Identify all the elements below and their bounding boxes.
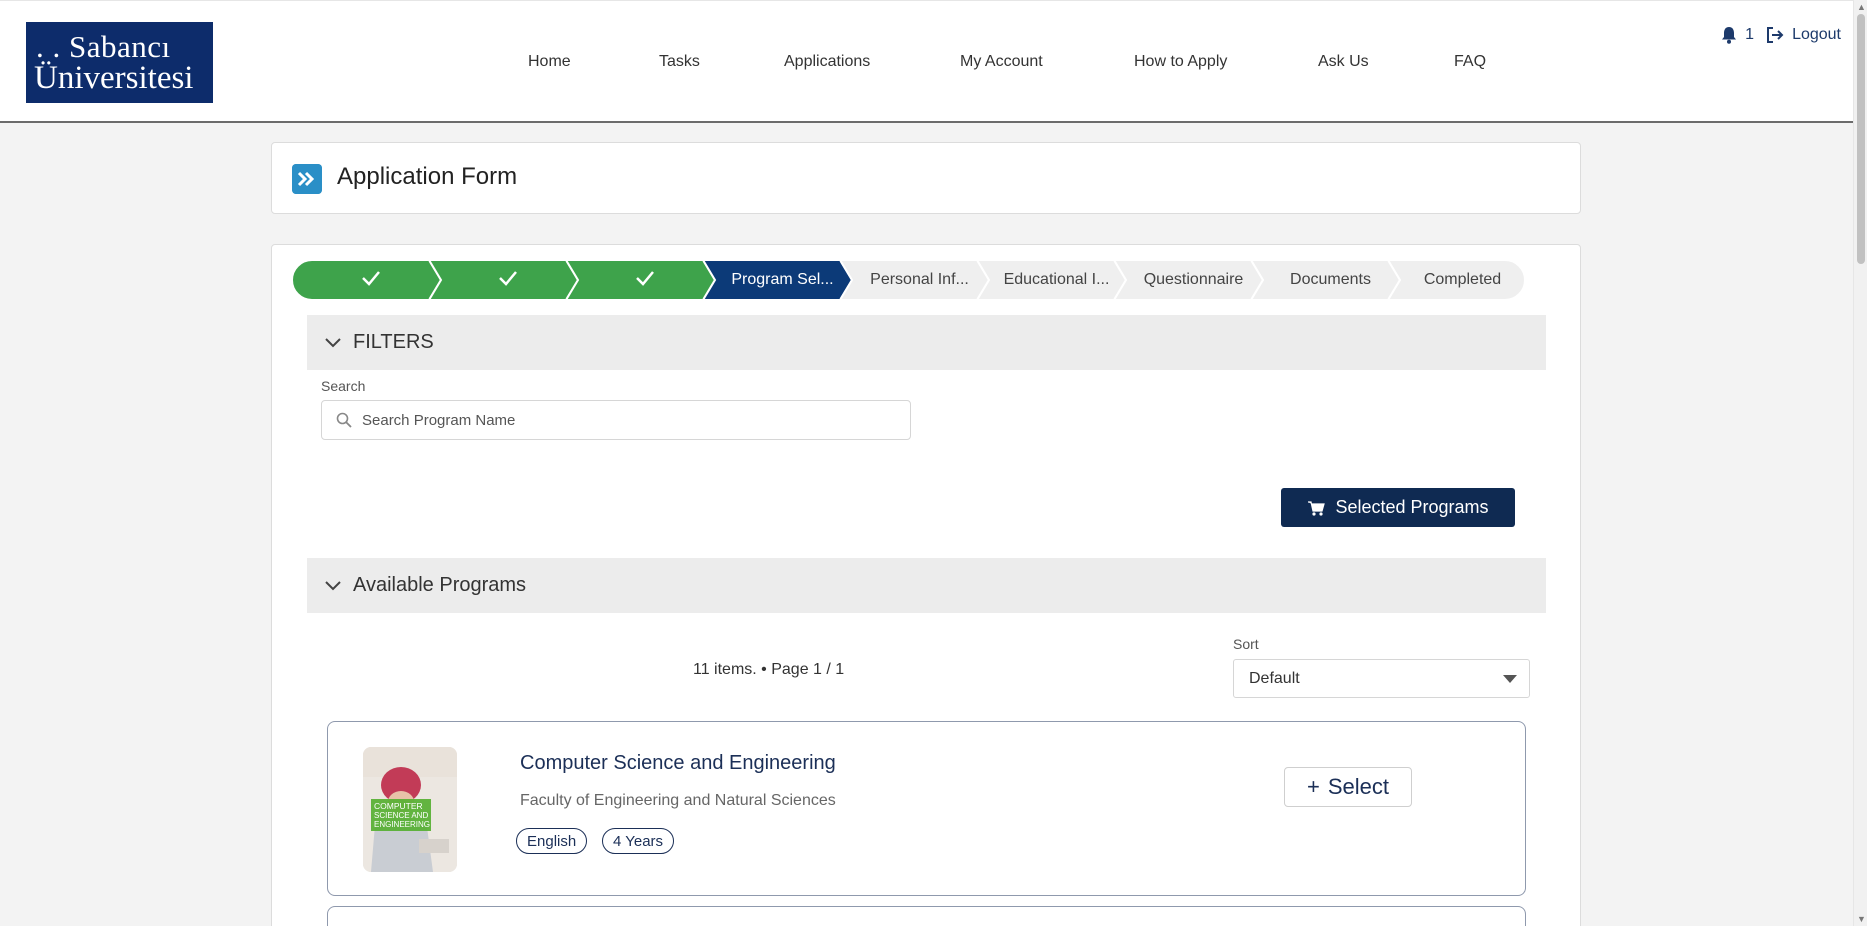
cart-icon [1308, 500, 1326, 516]
sabanci-logo[interactable]: . . Sabancı Üniversitesi [26, 22, 213, 103]
plus-icon: + [1306, 774, 1320, 799]
thumb-caption-3: ENGINEERING [374, 820, 430, 829]
step-9[interactable]: Completed [1388, 260, 1537, 300]
step-2[interactable] [429, 260, 578, 300]
program-faculty: Faculty of Engineering and Natural Scien… [520, 792, 836, 809]
notification-count[interactable]: 1 [1745, 26, 1754, 44]
program-photo: COMPUTER SCIENCE AND ENGINEERING [363, 747, 457, 872]
step-6[interactable]: Educational I... [977, 260, 1126, 300]
logout-link[interactable]: Logout [1792, 26, 1841, 44]
available-programs-title: Available Programs [353, 574, 527, 596]
filters-title: FILTERS [353, 331, 434, 353]
available-programs-header[interactable]: Available Programs [307, 558, 1546, 613]
step-7[interactable]: Questionnaire [1114, 260, 1263, 300]
selected-programs-button[interactable]: Selected Programs [1281, 488, 1515, 527]
page-title: Application Form [337, 163, 518, 190]
step-label: Program Sel... [731, 271, 834, 288]
select-program-button[interactable]: + Select [1284, 767, 1412, 807]
nav-my-account[interactable]: My Account [960, 53, 1043, 71]
step-8[interactable]: Documents [1251, 260, 1400, 300]
chevron-down-icon [325, 337, 341, 347]
select-label: Select [1327, 774, 1389, 799]
nav-tasks[interactable]: Tasks [659, 53, 700, 71]
program-thumbnail: COMPUTER SCIENCE AND ENGINEERING [363, 747, 457, 872]
caret-down-icon [1503, 674, 1517, 683]
thumb-caption-1: COMPUTER [374, 801, 423, 811]
items-info: 11 items. • Page 1 / 1 [693, 661, 845, 678]
duration-tag: 4 Years [602, 828, 675, 854]
selected-programs-label: Selected Programs [1335, 497, 1489, 517]
program-card: COMPUTER SCIENCE AND ENGINEERING Compute… [327, 721, 1526, 896]
program-title[interactable]: Computer Science and Engineering [520, 752, 836, 775]
program-card-next [327, 906, 1526, 926]
step-4[interactable]: Program Sel... [703, 260, 852, 300]
nav-applications[interactable]: Applications [784, 53, 870, 71]
step-label: Documents [1290, 271, 1371, 288]
step-5[interactable]: Personal Inf... [840, 260, 989, 300]
sort-select[interactable]: Default [1233, 659, 1530, 698]
user-actions: 1 Logout [1721, 26, 1841, 44]
step-label: Personal Inf... [870, 271, 969, 288]
logo-line-2: Üniversitesi [34, 60, 194, 96]
nav-ask-us[interactable]: Ask Us [1318, 53, 1369, 71]
filters-header[interactable]: FILTERS [307, 315, 1546, 370]
progress-stepper: Program Sel... Personal Inf... Educational… [292, 260, 1529, 300]
search-label: Search [321, 378, 366, 394]
nav-how-to-apply[interactable]: How to Apply [1134, 53, 1227, 71]
sort-label: Sort [1233, 636, 1259, 652]
double-chevron-right-icon [292, 164, 322, 194]
checkmark-icon [361, 270, 381, 291]
sort-value: Default [1249, 669, 1300, 687]
logout-icon[interactable] [1766, 26, 1784, 44]
checkmark-icon [498, 270, 518, 291]
chevron-down-icon [325, 580, 341, 590]
scroll-down-icon[interactable]: ▼ [1857, 914, 1866, 924]
page-title-card: Application Form [271, 142, 1581, 214]
scroll-up-icon[interactable]: ▲ [1857, 2, 1866, 12]
language-tag: English [516, 828, 588, 854]
step-1[interactable] [292, 260, 441, 300]
site-header: . . Sabancı Üniversitesi Home Tasks Appl… [0, 0, 1853, 123]
nav-home[interactable]: Home [528, 53, 571, 71]
page-scrollbar[interactable]: ▲ ▼ [1853, 0, 1867, 926]
search-field[interactable] [321, 400, 911, 440]
nav-faq[interactable]: FAQ [1454, 53, 1486, 71]
thumb-caption-2: SCIENCE AND [374, 811, 428, 820]
step-label: Completed [1423, 271, 1502, 288]
step-label: Educational I... [1003, 271, 1110, 288]
checkmark-icon [635, 270, 655, 291]
step-label: Questionnaire [1143, 271, 1244, 288]
search-input[interactable] [362, 411, 902, 429]
bell-icon[interactable] [1721, 26, 1737, 44]
step-3[interactable] [566, 260, 715, 300]
scrollbar-thumb[interactable] [1857, 14, 1865, 264]
search-icon [336, 412, 352, 428]
